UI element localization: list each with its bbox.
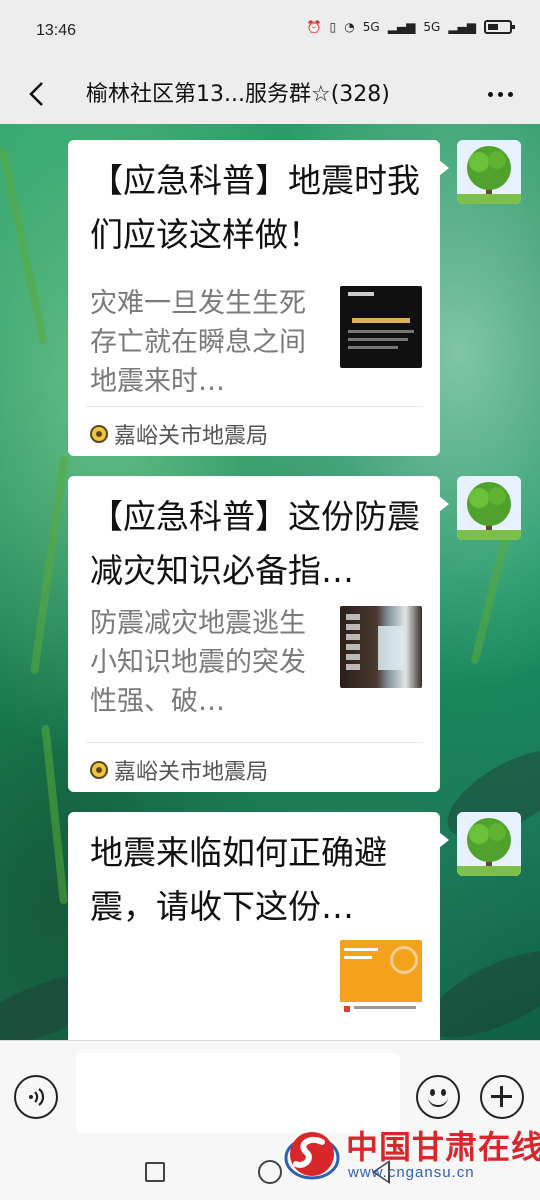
- status-bar: 13:46 ⏰ ▯ ◔ 5G ▂▄▆ 5G ▂▄▆: [0, 0, 540, 64]
- card-description: 防震减灾地震逃生小知识地震的突发性强、破…: [90, 608, 306, 717]
- link-card-message[interactable]: 【应急科普】这份防震减灾知识必备指… 防震减灾地震逃生小知识地震的突发性强、破……: [68, 476, 449, 792]
- card-description: 灾难一旦发生生死存亡就在瞬息之间地震来时…: [90, 288, 306, 397]
- watermark-url: www.cngansu.cn: [348, 1164, 475, 1181]
- card-source: 嘉峪关市地震局: [90, 418, 268, 450]
- status-time: 13:46: [36, 22, 77, 39]
- emoji-icon: [430, 1089, 435, 1096]
- card-title: 地震来临如何正确避震，请收下这份…: [90, 833, 387, 926]
- window-photo-thumbnail: [340, 606, 422, 688]
- source-name: 嘉峪关市地震局: [114, 424, 269, 449]
- back-button[interactable]: [18, 72, 54, 116]
- chat-title: 榆林社区第13...服务群☆(328): [86, 82, 390, 107]
- signal-icon: ▂▄▆: [448, 20, 476, 34]
- more-button[interactable]: [480, 74, 520, 114]
- orange-poster-thumbnail: [340, 940, 422, 1022]
- signal-icon: ▂▄▆: [387, 20, 416, 34]
- card-divider: [86, 742, 422, 743]
- source-logo-icon: [90, 761, 108, 779]
- tree-icon: [457, 812, 521, 876]
- background-decoration: [30, 455, 69, 675]
- link-card-message[interactable]: 【应急科普】地震时我们应该这样做！ 灾难一旦发生生死存亡就在瞬息之间地震来时… …: [68, 140, 449, 456]
- card-divider: [86, 406, 422, 407]
- watermark-name: 中国甘肃在线: [346, 1128, 540, 1166]
- more-horizontal-icon: [487, 91, 493, 97]
- plus-button[interactable]: [480, 1075, 524, 1119]
- background-decoration: [0, 147, 48, 345]
- avatar[interactable]: [457, 140, 521, 204]
- background-decoration: [41, 724, 68, 905]
- chat-area[interactable]: 【应急科普】地震时我们应该这样做！ 灾难一旦发生生死存亡就在瞬息之间地震来时… …: [0, 124, 540, 1040]
- source-name: 嘉峪关市地震局: [114, 760, 269, 785]
- signal-5g-label-2: 5G: [423, 20, 441, 34]
- dark-poster-thumbnail: [340, 286, 422, 368]
- chat-header: 榆林社区第13...服务群☆(328): [0, 64, 540, 124]
- chevron-left-icon: [29, 82, 43, 106]
- vibrate-icon: ▯: [329, 20, 337, 34]
- signal-5g-label-1: 5G: [362, 20, 380, 34]
- card-title: 【应急科普】地震时我们应该这样做！: [90, 161, 420, 254]
- voice-button[interactable]: [14, 1075, 58, 1119]
- emoji-button[interactable]: [416, 1075, 460, 1119]
- voice-icon: [29, 1088, 45, 1106]
- status-icons: ⏰ ▯ ◔ 5G ▂▄▆ 5G ▂▄▆: [306, 20, 515, 34]
- home-button[interactable]: [258, 1160, 282, 1184]
- battery-icon: [484, 20, 515, 34]
- link-card-message[interactable]: 地震来临如何正确避震，请收下这份…: [68, 812, 449, 1040]
- watermark: 中国甘肃在线 www.cngansu.cn: [282, 1118, 540, 1194]
- alarm-icon: ⏰: [306, 20, 322, 34]
- avatar[interactable]: [457, 476, 521, 540]
- tree-icon: [457, 476, 521, 540]
- card-title: 【应急科普】这份防震减灾知识必备指…: [90, 497, 420, 590]
- wifi-icon: ◔: [344, 20, 355, 34]
- tree-icon: [457, 140, 521, 204]
- watermark-logo-icon: [284, 1132, 340, 1180]
- recent-apps-button[interactable]: [145, 1162, 165, 1182]
- avatar[interactable]: [457, 812, 521, 876]
- card-source: 嘉峪关市地震局: [90, 754, 268, 786]
- source-logo-icon: [90, 425, 108, 443]
